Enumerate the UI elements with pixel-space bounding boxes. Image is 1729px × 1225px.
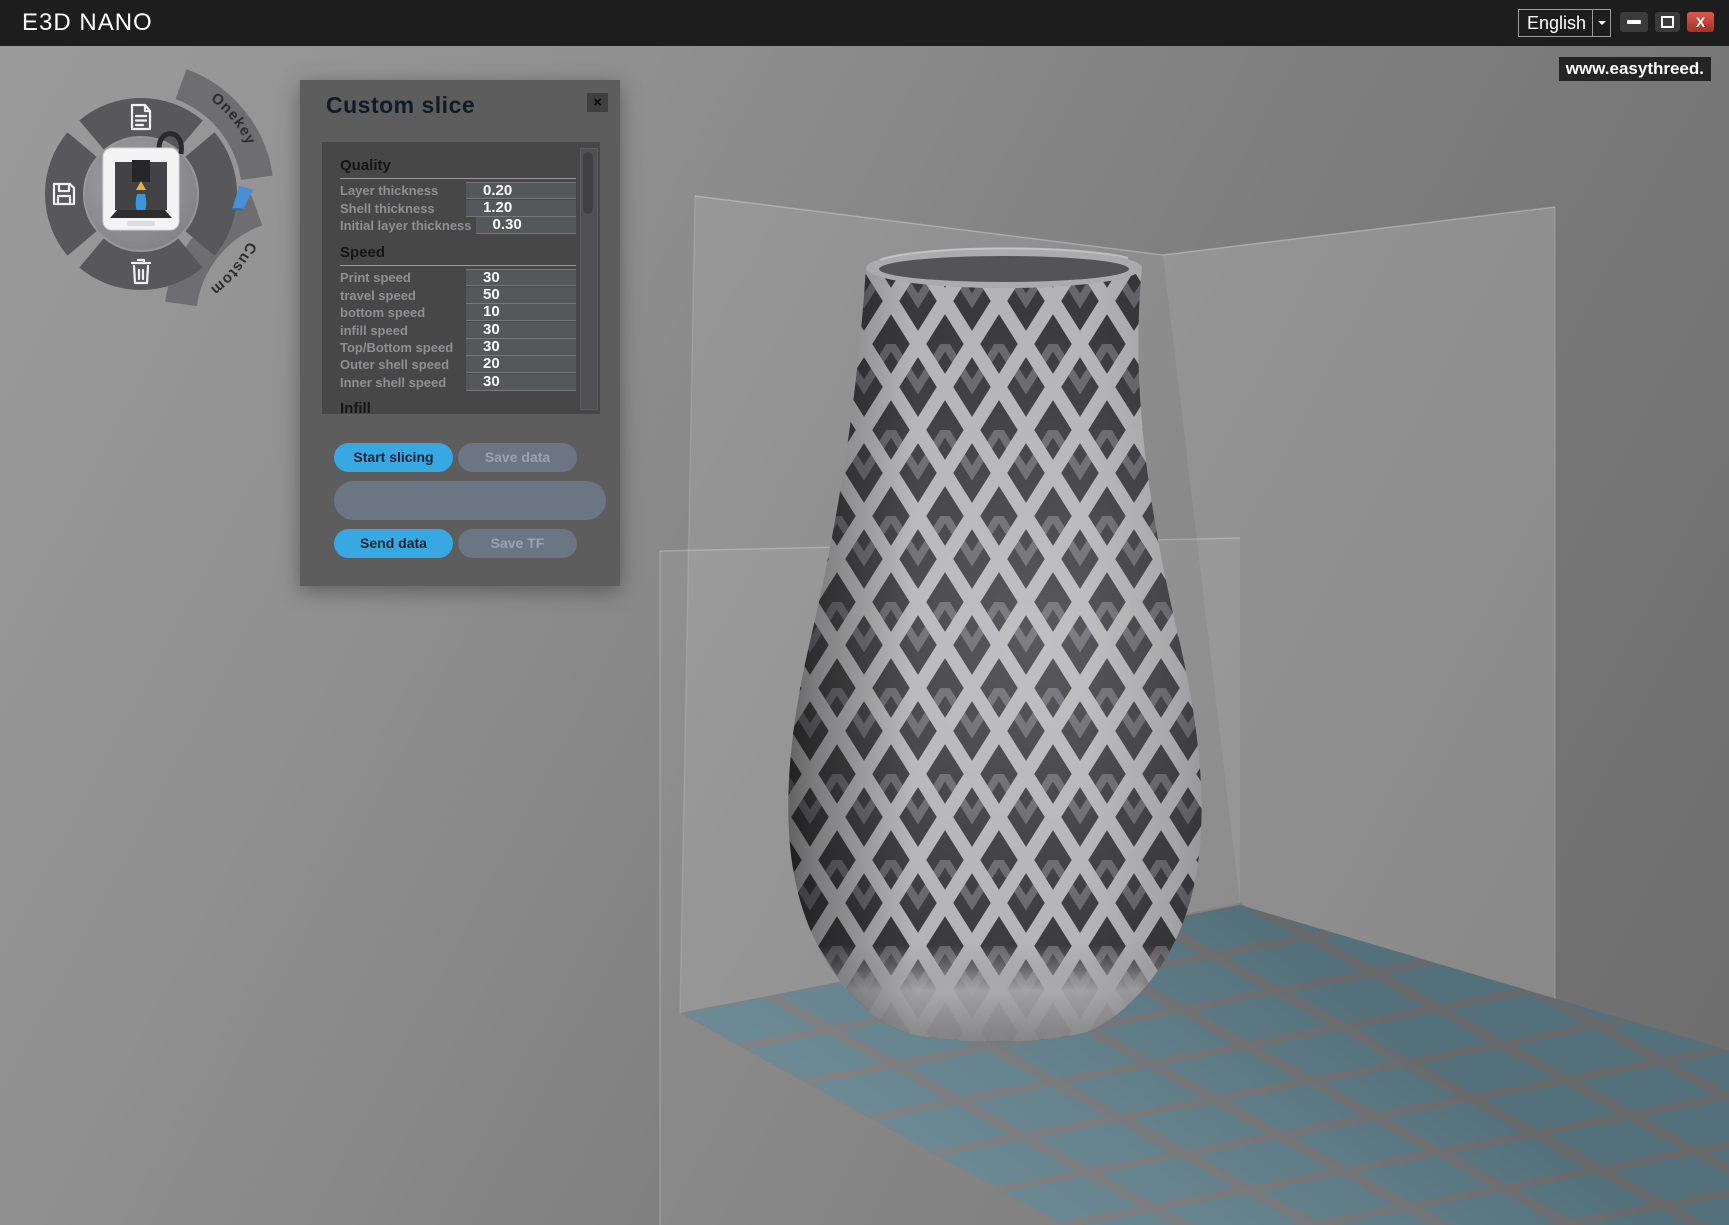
app-window: E3D NANO English X www.easythreed. Oneke… [0,0,1729,1225]
param-row: Layer thickness 0.20 [340,182,576,199]
custom-slice-dialog: Custom slice × Quality Layer thickness 0… [300,80,620,586]
start-slicing-button[interactable]: Start slicing [334,443,453,472]
param-row: Outer shell speed 20 [340,356,576,373]
param-label: bottom speed [340,305,425,320]
app-title: E3D NANO [22,9,153,37]
watermark: www.easythreed. [1559,57,1711,81]
print-bed [110,210,172,218]
param-value: 30 [466,270,576,285]
vase-opening [879,256,1129,282]
print-speed-input[interactable]: 30 [466,269,576,286]
param-label: Inner shell speed [340,375,446,390]
initial-layer-thickness-input[interactable]: 0.30 [476,217,576,234]
param-value: 50 [466,287,576,302]
scrollbar-thumb[interactable] [583,152,593,214]
minimize-button[interactable] [1620,12,1648,32]
dialog-close-button[interactable]: × [587,93,608,112]
outer-shell-speed-input[interactable]: 20 [466,356,576,373]
dialog-title: Custom slice [326,92,475,119]
param-value: 0.30 [476,217,576,232]
param-label: Print speed [340,270,411,285]
close-button[interactable]: X [1687,12,1714,32]
param-row: Inner shell speed 30 [340,374,576,391]
language-label: English [1527,13,1586,34]
param-label: Top/Bottom speed [340,340,453,355]
param-label: infill speed [340,323,408,338]
param-row: infill speed 30 [340,321,576,338]
radial-menu: Onekey Custom [20,60,300,350]
titlebar: E3D NANO English X [0,0,1729,46]
printer-logo [127,221,155,226]
slicing-progress-bar [334,481,606,520]
param-row: Top/Bottom speed 30 [340,339,576,356]
param-value: 30 [466,374,576,389]
edit-segment[interactable] [200,145,218,244]
section-header-speed: Speed [340,244,576,266]
param-label: Layer thickness [340,183,438,198]
param-label: travel speed [340,288,416,303]
param-label: Outer shell speed [340,357,449,372]
param-value: 20 [466,356,576,371]
param-row: bottom speed 10 [340,304,576,321]
param-row: Print speed 30 [340,269,576,286]
param-label: Shell thickness [340,201,435,216]
infill-speed-input[interactable]: 30 [466,322,576,339]
shell-thickness-input[interactable]: 1.20 [466,200,576,217]
param-value: 30 [466,339,576,354]
panel-scrollbar[interactable] [580,148,598,410]
language-dropdown[interactable]: English [1518,9,1611,37]
parameters-panel: Quality Layer thickness 0.20 Shell thick… [322,142,600,414]
maximize-button[interactable] [1655,12,1680,32]
save-tf-button[interactable]: Save TF [458,529,577,558]
chevron-down-icon[interactable] [1592,10,1610,36]
param-value: 10 [466,304,576,319]
param-row: Shell thickness 1.20 [340,199,576,216]
inner-shell-speed-input[interactable]: 30 [466,374,576,391]
param-row: travel speed 50 [340,287,576,304]
send-data-button[interactable]: Send data [334,529,453,558]
save-data-button[interactable]: Save data [458,443,577,472]
extruder [132,160,150,182]
printer-image [85,134,197,250]
bottom-speed-input[interactable]: 10 [466,304,576,321]
param-label: Initial layer thickness [340,218,472,233]
param-value: 1.20 [466,200,576,215]
param-value: 0.20 [466,183,576,198]
section-header-quality: Quality [340,157,576,179]
layer-thickness-input[interactable]: 0.20 [466,182,576,199]
param-row: Initial layer thickness 0.30 [340,217,576,234]
top-bottom-speed-input[interactable]: 30 [466,339,576,356]
param-value: 30 [466,322,576,337]
travel-speed-input[interactable]: 50 [466,287,576,304]
section-header-infill: Infill [340,400,576,414]
